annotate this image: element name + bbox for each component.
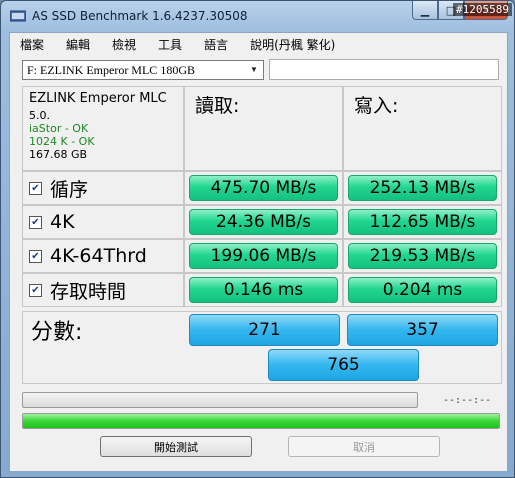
row-label: 循序 [50, 178, 89, 201]
client-area: 檔案 編輯 檢視 工具 語言 說明(丹楓 繁化) F: EZLINK Emper… [9, 32, 508, 472]
menu-language[interactable]: 語言 [204, 36, 228, 53]
score-write: 357 [347, 314, 498, 346]
cancel-button[interactable]: 取消 [288, 436, 440, 457]
access-time-checkbox[interactable]: ✔ [29, 283, 42, 297]
test-progress-bar [22, 392, 418, 408]
read-header: 讀取: [184, 86, 343, 171]
score-read: 271 [189, 314, 340, 346]
drive-firmware: 5.0. [29, 109, 50, 122]
overall-progress-bar [22, 413, 500, 429]
row-label: 4K-64Thrd [50, 245, 147, 267]
4k64-read-value: 199.06 MB/s [189, 243, 338, 269]
4k64-read-cell: 199.06 MB/s [184, 239, 343, 273]
seq-checkbox[interactable]: ✔ [29, 181, 42, 195]
score-label: 分數: [31, 320, 83, 345]
overall-progress-fill [23, 414, 499, 428]
4k-checkbox[interactable]: ✔ [29, 215, 42, 229]
menu-file[interactable]: 檔案 [20, 36, 44, 53]
4k-read-value: 24.36 MB/s [189, 209, 338, 235]
menu-edit[interactable]: 編輯 [66, 36, 90, 53]
4k64-checkbox[interactable]: ✔ [29, 249, 42, 263]
4k64-write-cell: 219.53 MB/s [343, 239, 502, 273]
access-write-value: 0.204 ms [348, 277, 497, 303]
row-seq: ✔ 循序 [22, 171, 184, 205]
app-window: AS SSD Benchmark 1.6.4237.30508 ▁ □ ✕ #1… [0, 0, 515, 478]
4k-write-cell: 112.65 MB/s [343, 205, 502, 239]
access-read-cell: 0.146 ms [184, 273, 343, 307]
alignment-status: 1024 K - OK [29, 135, 95, 148]
elapsed-time: --:--:-- [443, 395, 492, 406]
score-total: 765 [268, 349, 419, 381]
menu-tools[interactable]: 工具 [158, 36, 182, 53]
write-header-label: 寫入: [354, 95, 399, 117]
access-read-value: 0.146 ms [189, 277, 338, 303]
4k64-write-value: 219.53 MB/s [348, 243, 497, 269]
seq-read-value: 475.70 MB/s [189, 175, 338, 201]
minimize-button[interactable]: ▁ [412, 1, 438, 20]
seq-write-value: 252.13 MB/s [348, 175, 497, 201]
row-label: 4K [50, 211, 75, 233]
drive-select-value: F: EZLINK Emperor MLC 180GB [27, 63, 195, 77]
app-icon [10, 10, 26, 22]
row-4k64: ✔ 4K-64Thrd [22, 239, 184, 273]
title-bar[interactable]: AS SSD Benchmark 1.6.4237.30508 ▁ □ ✕ #1… [1, 1, 514, 31]
read-header-label: 讀取: [195, 95, 240, 117]
start-button[interactable]: 開始測試 [100, 436, 252, 457]
side-text-field[interactable] [269, 59, 499, 80]
menu-help[interactable]: 說明(丹楓 繁化) [250, 36, 335, 53]
score-panel: 分數: 271 357 765 [22, 311, 502, 384]
row-4k: ✔ 4K [22, 205, 184, 239]
menu-bar: 檔案 編輯 檢視 工具 語言 說明(丹楓 繁化) [10, 33, 507, 55]
seq-read-cell: 475.70 MB/s [184, 171, 343, 205]
menu-view[interactable]: 檢視 [112, 36, 136, 53]
row-access-time: ✔ 存取時間 [22, 273, 184, 307]
window-title: AS SSD Benchmark 1.6.4237.30508 [32, 9, 248, 23]
row-label: 存取時間 [50, 280, 127, 303]
4k-read-cell: 24.36 MB/s [184, 205, 343, 239]
dropdown-arrow-icon[interactable]: ▼ [247, 63, 261, 77]
seq-write-cell: 252.13 MB/s [343, 171, 502, 205]
access-write-cell: 0.204 ms [343, 273, 502, 307]
drive-model: EZLINK Emperor MLC [29, 91, 167, 106]
drive-select[interactable]: F: EZLINK Emperor MLC 180GB ▼ [22, 60, 264, 80]
driver-status: iaStor - OK [29, 122, 89, 135]
drive-size: 167.68 GB [29, 148, 88, 161]
watermark: #1205589 [453, 3, 512, 16]
drive-info-panel: EZLINK Emperor MLC 5.0. iaStor - OK 1024… [22, 86, 184, 171]
4k-write-value: 112.65 MB/s [348, 209, 497, 235]
write-header: 寫入: [343, 86, 502, 171]
